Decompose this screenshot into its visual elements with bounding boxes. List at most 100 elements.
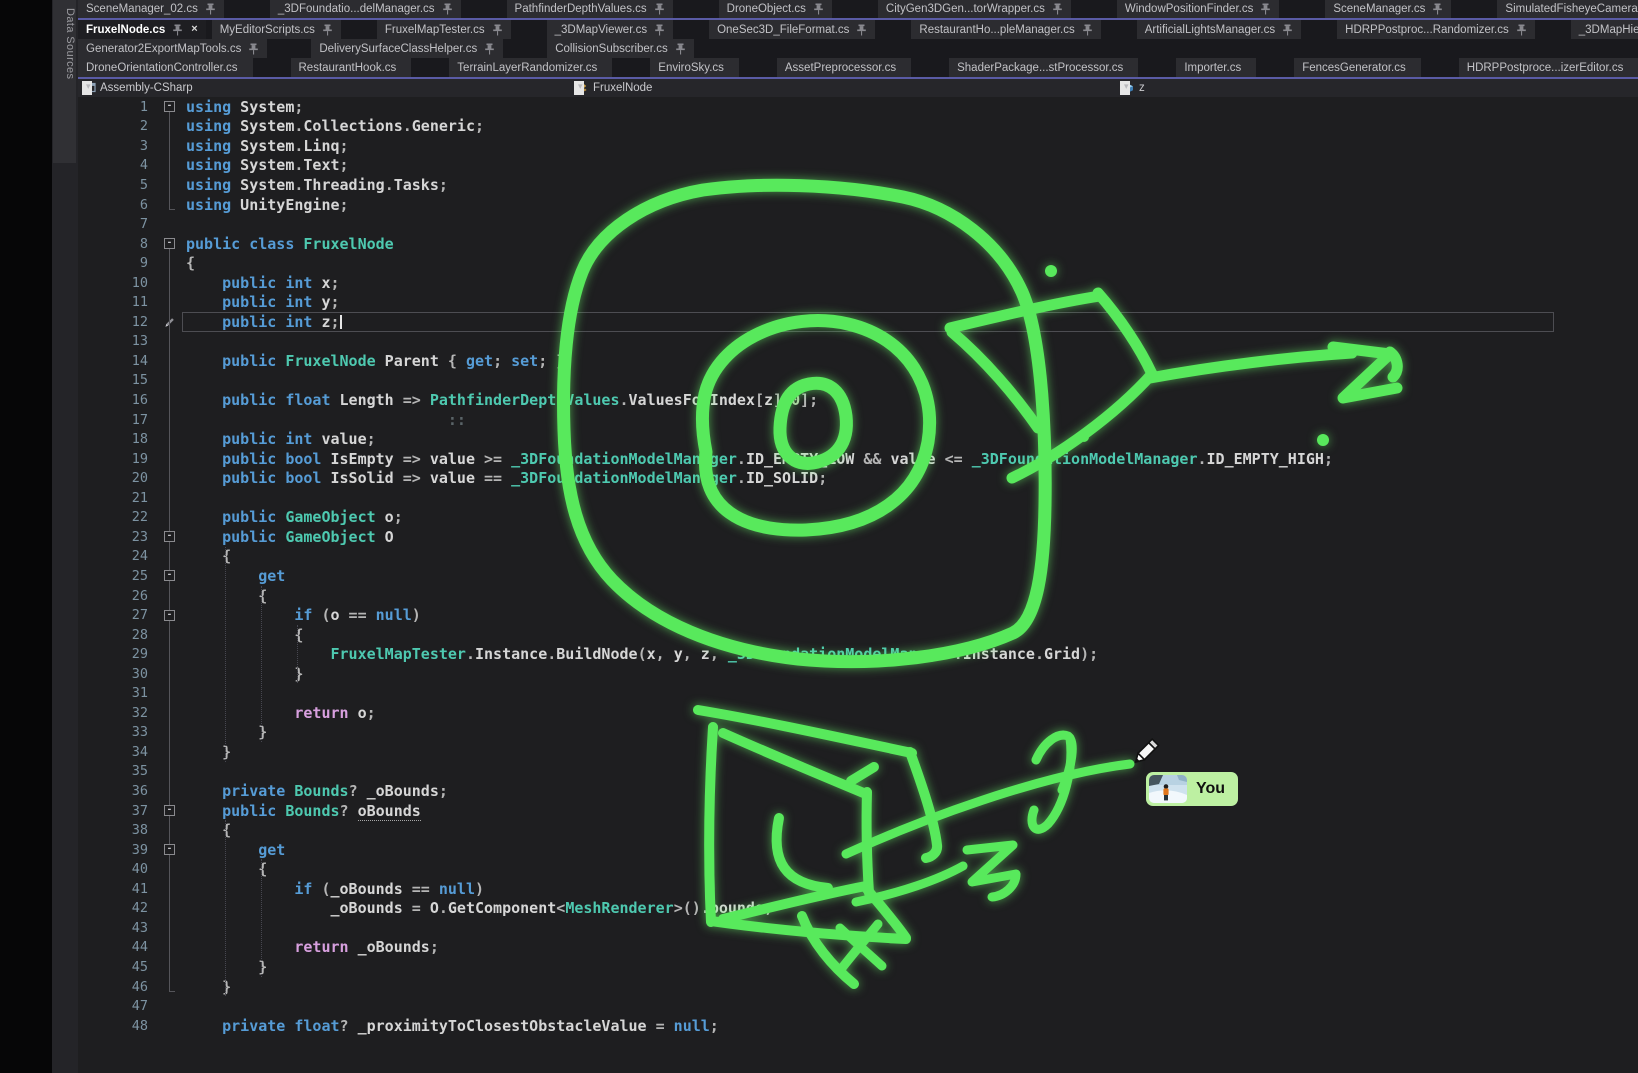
fold-collapse-icon[interactable]: - bbox=[164, 570, 175, 581]
chevron-down-icon[interactable]: ▾ bbox=[82, 81, 92, 95]
fold-collapse-icon[interactable]: - bbox=[164, 805, 175, 816]
chevron-down-icon[interactable]: ▾ bbox=[574, 81, 584, 95]
line-number: 2 bbox=[78, 118, 160, 134]
line-number: 34 bbox=[78, 744, 160, 760]
annotator-name: You bbox=[1196, 780, 1225, 798]
code-line-32: 32 return o; bbox=[78, 703, 1638, 723]
tab-assetpreprocessor-cs[interactable]: AssetPreprocessor.cs bbox=[777, 58, 911, 77]
tab-citygen3dgen-torwrapper-cs[interactable]: CityGen3DGen...torWrapper.cs bbox=[878, 0, 1071, 18]
tab-fruxelmaptester-cs[interactable]: FruxelMapTester.cs bbox=[377, 20, 511, 39]
code-text: { bbox=[186, 547, 1638, 565]
tab-generator2exportmaptools-cs[interactable]: Generator2ExportMapTools.cs bbox=[78, 39, 267, 58]
tab-windowpositionfinder-cs[interactable]: WindowPositionFinder.cs bbox=[1117, 0, 1279, 18]
tab-restauranthook-cs[interactable]: RestaurantHook.cs bbox=[291, 58, 412, 77]
line-number: 37 bbox=[78, 803, 160, 819]
tab-terrainlayerrandomizer-cs[interactable]: TerrainLayerRandomizer.cs bbox=[449, 58, 612, 77]
code-line-10: 10 public int x; bbox=[78, 273, 1638, 293]
type-dropdown[interactable]: FruxelNode ▾ bbox=[570, 79, 1116, 97]
tab-label: FruxelMapTester.cs bbox=[385, 24, 485, 36]
tab-droneobject-cs[interactable]: DroneObject.cs bbox=[719, 0, 832, 18]
tab--3dmapviewer-cs[interactable]: _3DMapViewer.cs bbox=[547, 20, 673, 39]
tab--3dfoundatio-delmanager-cs[interactable]: _3DFoundatio...delManager.cs bbox=[270, 0, 461, 18]
tab-restaurantho-plemanager-cs[interactable]: RestaurantHo...pleManager.cs bbox=[911, 20, 1100, 39]
code-line-23: 23- public GameObject O bbox=[78, 527, 1638, 547]
tab-hdrppostproce-izereditor-cs[interactable]: HDRPPostproce...izerEditor.cs bbox=[1459, 58, 1638, 77]
project-name: Assembly-CSharp bbox=[100, 82, 193, 94]
tab-pathfinderdepthvalues-cs[interactable]: PathfinderDepthValues.cs bbox=[507, 0, 673, 18]
line-number: 45 bbox=[78, 959, 160, 975]
tab-importer-cs[interactable]: Importer.cs bbox=[1176, 58, 1256, 77]
tab-label: HDRPPostproc...Randomizer.cs bbox=[1345, 24, 1509, 36]
tab-scenemanager-02-cs[interactable]: SceneManager_02.cs bbox=[78, 0, 224, 18]
member-dropdown[interactable]: z ▾ bbox=[1116, 79, 1638, 97]
tab-fencesgenerator-cs[interactable]: FencesGenerator.cs bbox=[1294, 58, 1421, 77]
pin-icon bbox=[484, 43, 495, 55]
code-editor[interactable]: 1-using System;2using System.Collections… bbox=[78, 97, 1638, 1073]
line-number: 10 bbox=[78, 275, 160, 291]
tab-label: ArtificialLightsManager.cs bbox=[1145, 24, 1275, 36]
tab-label: Importer.cs bbox=[1184, 62, 1241, 74]
line-number: 11 bbox=[78, 294, 160, 310]
tab-label: EnviroSky.cs bbox=[658, 62, 724, 74]
tab--3dmaphierarchy-cs[interactable]: _3DMapHierarchy.cs bbox=[1571, 20, 1638, 39]
code-line-17: 17 :: bbox=[78, 410, 1638, 430]
pin-icon bbox=[1052, 3, 1063, 15]
code-text: } bbox=[186, 743, 1638, 761]
tab-onesec3d-fileformat-cs[interactable]: OneSec3D_FileFormat.cs bbox=[709, 20, 875, 39]
pin-icon bbox=[654, 3, 665, 15]
tab-deliverysurfaceclasshelper-cs[interactable]: DeliverySurfaceClassHelper.cs bbox=[311, 39, 503, 58]
data-sources-vertical-tab[interactable]: Data Sources bbox=[53, 0, 76, 163]
fold-collapse-icon[interactable]: - bbox=[164, 101, 175, 112]
line-number: 36 bbox=[78, 783, 160, 799]
tab-label: _3DFoundatio...delManager.cs bbox=[278, 3, 435, 15]
code-text: using System.Collections.Generic; bbox=[186, 117, 1638, 135]
tab-scenemanager-cs[interactable]: SceneManager.cs bbox=[1325, 0, 1451, 18]
code-text: public int z; bbox=[186, 313, 1638, 331]
code-line-6: 6using UnityEngine; bbox=[78, 195, 1638, 215]
code-text: public FruxelNode Parent { get; set; } bbox=[186, 352, 1638, 370]
code-line-33: 33 } bbox=[78, 723, 1638, 743]
fold-collapse-icon[interactable]: - bbox=[164, 238, 175, 249]
tab-label: PathfinderDepthValues.cs bbox=[515, 3, 647, 15]
tab-myeditorscripts-cs[interactable]: MyEditorScripts.cs bbox=[212, 20, 341, 39]
code-text: } bbox=[186, 665, 1638, 683]
tab-simulatedfisheyecamera-cs[interactable]: SimulatedFisheyeCamera.cs bbox=[1497, 0, 1638, 18]
code-line-48: 48 private float? _proximityToClosestObs… bbox=[78, 1016, 1638, 1036]
code-line-28: 28 { bbox=[78, 625, 1638, 645]
fold-collapse-icon[interactable]: - bbox=[164, 610, 175, 621]
code-line-46: 46 } bbox=[78, 977, 1638, 997]
line-number: 21 bbox=[78, 490, 160, 506]
line-number: 19 bbox=[78, 451, 160, 467]
line-number: 24 bbox=[78, 548, 160, 564]
tab-label: SceneManager.cs bbox=[1333, 3, 1425, 15]
line-number: 4 bbox=[78, 157, 160, 173]
line-number: 5 bbox=[78, 177, 160, 193]
close-icon[interactable]: × bbox=[191, 24, 197, 35]
chevron-down-icon[interactable]: ▾ bbox=[1120, 81, 1130, 95]
fold-collapse-icon[interactable]: - bbox=[164, 844, 175, 855]
code-text: } bbox=[186, 958, 1638, 976]
project-dropdown[interactable]: Assembly-CSharp ▾ bbox=[78, 79, 570, 97]
line-number: 6 bbox=[78, 197, 160, 213]
annotator-avatar bbox=[1149, 775, 1187, 803]
tab-shaderpackage-stprocessor-cs[interactable]: ShaderPackage...stProcessor.cs bbox=[949, 58, 1138, 77]
pin-icon bbox=[654, 24, 665, 36]
tab-collisionsubscriber-cs[interactable]: CollisionSubscriber.cs bbox=[547, 39, 694, 58]
tab-envirosky-cs[interactable]: EnviroSky.cs bbox=[650, 58, 739, 77]
tab-artificiallightsmanager-cs[interactable]: ArtificialLightsManager.cs bbox=[1137, 20, 1301, 39]
tab-fruxelnode-cs[interactable]: FruxelNode.cs× bbox=[78, 20, 206, 39]
tab-hdrppostproc-randomizer-cs[interactable]: HDRPPostproc...Randomizer.cs bbox=[1337, 20, 1535, 39]
pin-icon bbox=[205, 3, 216, 15]
tab-droneorientationcontroller-cs[interactable]: DroneOrientationController.cs bbox=[78, 58, 253, 77]
tab-label: HDRPPostproce...izerEditor.cs bbox=[1467, 62, 1624, 74]
code-text: using System.Text; bbox=[186, 156, 1638, 174]
line-number: 44 bbox=[78, 939, 160, 955]
code-text: :: bbox=[186, 411, 1638, 429]
fold-collapse-icon[interactable]: - bbox=[164, 531, 175, 542]
pin-icon bbox=[856, 24, 867, 36]
code-line-11: 11 public int y; bbox=[78, 293, 1638, 313]
code-line-38: 38 { bbox=[78, 820, 1638, 840]
pin-icon bbox=[675, 43, 686, 55]
pin-icon bbox=[248, 43, 259, 55]
code-line-36: 36 private Bounds? _oBounds; bbox=[78, 781, 1638, 801]
